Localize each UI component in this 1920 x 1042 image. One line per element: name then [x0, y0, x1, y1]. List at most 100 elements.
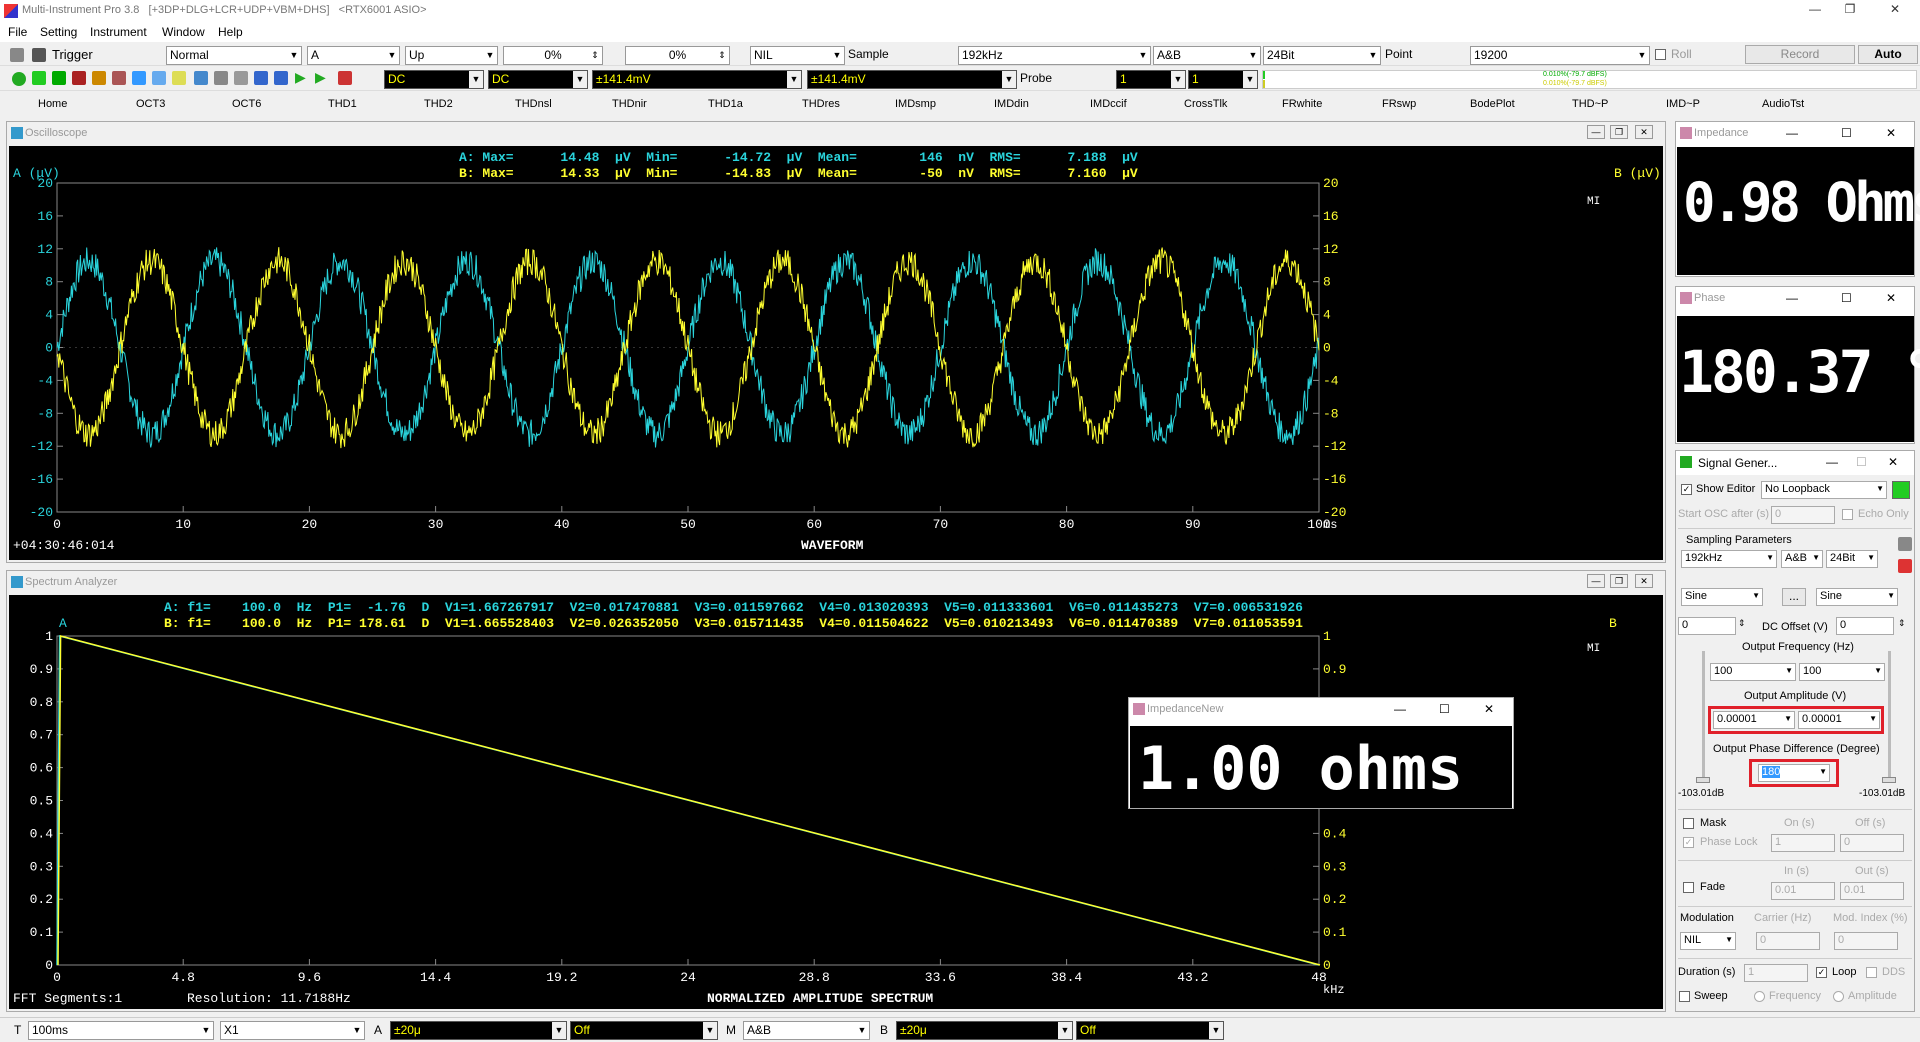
gen-save-icon[interactable] — [1898, 537, 1912, 551]
tab-audiotst[interactable]: AudioTst — [1762, 98, 1804, 110]
siggen-minimize-icon[interactable]: — — [1826, 455, 1838, 469]
multimeter-icon[interactable] — [132, 71, 146, 85]
probe-icon[interactable] — [194, 71, 208, 85]
trigger-level-input[interactable]: 0% ⇕ — [503, 46, 603, 65]
modulation-select[interactable]: NIL ▼ — [1680, 932, 1736, 950]
lcr-icon[interactable] — [152, 71, 166, 85]
dc-offset-b-input[interactable]: 0 — [1836, 617, 1894, 635]
impnew-close-icon[interactable]: ✕ — [1484, 702, 1494, 716]
generator-run-button[interactable] — [1892, 481, 1910, 499]
spec-restore-button[interactable]: ❐ — [1610, 574, 1628, 588]
show-editor-checkbox[interactable]: ✓ — [1681, 484, 1692, 495]
amplitude-b-select[interactable]: 0.00001 ▼ — [1798, 711, 1880, 729]
probe-b-select[interactable]: 1 ▼ — [1188, 70, 1258, 89]
record-button[interactable]: Record — [1745, 45, 1855, 64]
loopback-select[interactable]: No Loopback ▼ — [1761, 481, 1887, 499]
imp-close-icon[interactable]: ✕ — [1886, 126, 1896, 140]
osc-restore-button[interactable]: ❐ — [1610, 125, 1628, 139]
sweep-checkbox[interactable] — [1679, 991, 1690, 1002]
siggen-restore-icon[interactable]: ☐ — [1856, 455, 1867, 469]
siggen-close-icon[interactable]: ✕ — [1888, 455, 1898, 469]
coupling-b-select[interactable]: DC ▼ — [488, 70, 588, 89]
time-base-select[interactable]: 100ms ▼ — [28, 1021, 214, 1040]
points-select[interactable]: 19200 ▼ — [1470, 46, 1650, 65]
mask-on-input[interactable]: 1 — [1771, 834, 1835, 852]
osc-minimize-button[interactable]: — — [1587, 125, 1605, 139]
math-select[interactable]: A&B ▼ — [743, 1021, 870, 1040]
carrier-input[interactable]: 0 — [1756, 932, 1820, 950]
tab-imd-p[interactable]: IMD~P — [1666, 98, 1700, 110]
echo-only-checkbox[interactable] — [1842, 509, 1853, 520]
spec-minimize-button[interactable]: — — [1587, 574, 1605, 588]
menu-window[interactable]: Window — [162, 25, 205, 39]
phase-close-icon[interactable]: ✕ — [1886, 291, 1896, 305]
tab-home[interactable]: Home — [38, 98, 67, 110]
zoom-select[interactable]: X1 ▼ — [220, 1021, 365, 1040]
sweep-amplitude-radio[interactable] — [1833, 991, 1844, 1002]
osc-close-button[interactable]: ✕ — [1635, 125, 1653, 139]
tab-thd-p[interactable]: THD~P — [1572, 98, 1608, 110]
trigger-mode-select[interactable]: Normal ▼ — [166, 46, 302, 65]
start-osc-input[interactable]: 0 — [1771, 506, 1835, 524]
imp-restore-icon[interactable]: ☐ — [1841, 126, 1852, 140]
amplitude-a-select[interactable]: 0.00001 ▼ — [1713, 711, 1795, 729]
tab-thd2[interactable]: THD2 — [424, 98, 453, 110]
duration-input[interactable]: 1 — [1744, 964, 1808, 982]
tab-thd1a[interactable]: THD1a — [708, 98, 743, 110]
spectrogram-icon[interactable] — [72, 71, 86, 85]
menu-file[interactable]: File — [8, 25, 27, 39]
a-icon[interactable] — [214, 71, 228, 85]
speaker-icon[interactable] — [274, 71, 288, 85]
ddp-icon[interactable] — [92, 71, 106, 85]
slider-a-thumb[interactable] — [1696, 777, 1710, 783]
range-b-select[interactable]: ±141.4mV ▼ — [807, 70, 1017, 89]
tab-oct6[interactable]: OCT6 — [232, 98, 261, 110]
tab-crosstlk[interactable]: CrossTlk — [1184, 98, 1227, 110]
mask-checkbox[interactable] — [1683, 818, 1694, 829]
restore-icon[interactable]: ❐ — [1830, 2, 1870, 16]
tab-imddin[interactable]: IMDdin — [994, 98, 1029, 110]
tab-frwhite[interactable]: FRwhite — [1282, 98, 1322, 110]
gen-bits-select[interactable]: 24Bit ▼ — [1826, 550, 1878, 568]
mask-off-input[interactable]: 0 — [1840, 834, 1904, 852]
channel-b-offset-select[interactable]: Off ▼ — [1076, 1021, 1224, 1040]
phase-difference-select[interactable]: 180 ▼ — [1758, 764, 1830, 782]
spec-close-button[interactable]: ✕ — [1635, 574, 1653, 588]
menu-help[interactable]: Help — [218, 25, 243, 39]
tab-frswp[interactable]: FRswp — [1382, 98, 1416, 110]
gen-graph-icon[interactable] — [1898, 559, 1912, 573]
mod-index-input[interactable]: 0 — [1834, 932, 1898, 950]
spectrum-icon[interactable] — [52, 71, 66, 85]
menu-setting[interactable]: Setting — [40, 25, 77, 39]
trigger-channel-select[interactable]: A ▼ — [307, 46, 400, 65]
generator-icon[interactable] — [112, 71, 126, 85]
dc-b-spin-icon[interactable]: ⇕ — [1898, 618, 1906, 629]
oscilloscope-icon[interactable] — [32, 71, 46, 85]
range-a-select[interactable]: ±141.4mV ▼ — [592, 70, 802, 89]
tab-thdnsl[interactable]: THDnsl — [515, 98, 552, 110]
tab-oct3[interactable]: OCT3 — [136, 98, 165, 110]
trigger-delay-input[interactable]: 0% ⇕ — [625, 46, 730, 65]
impnew-restore-icon[interactable]: ☐ — [1439, 702, 1450, 716]
probe-a-select[interactable]: 1 ▼ — [1116, 70, 1186, 89]
minimize-icon[interactable]: — — [1795, 2, 1835, 16]
roll-checkbox[interactable] — [1655, 49, 1666, 60]
channel-b-range-select[interactable]: ±20μ ▼ — [896, 1021, 1073, 1040]
menu-instrument[interactable]: Instrument — [90, 25, 147, 39]
sweep-frequency-radio[interactable] — [1754, 991, 1765, 1002]
gen-channel-select[interactable]: A&B ▼ — [1781, 550, 1823, 568]
tab-thd1[interactable]: THD1 — [328, 98, 357, 110]
coupling-a-select[interactable]: DC ▼ — [384, 70, 484, 89]
phase-minimize-icon[interactable]: — — [1786, 291, 1798, 305]
stop-icon[interactable] — [338, 71, 352, 85]
waveform-more-button[interactable]: ... — [1782, 588, 1806, 606]
slider-b-track[interactable] — [1888, 651, 1891, 781]
tab-imdsmp[interactable]: IMDsmp — [895, 98, 936, 110]
dds-icon[interactable] — [172, 71, 186, 85]
dc-a-spin-icon[interactable]: ⇕ — [1738, 618, 1746, 629]
phase-restore-icon[interactable]: ☐ — [1841, 291, 1852, 305]
channel-a-range-select[interactable]: ±20μ ▼ — [390, 1021, 567, 1040]
loop-checkbox[interactable]: ✓ — [1816, 967, 1827, 978]
step-icon[interactable]: ▶ — [315, 69, 326, 86]
waveform-a-select[interactable]: Sine ▼ — [1681, 588, 1763, 606]
